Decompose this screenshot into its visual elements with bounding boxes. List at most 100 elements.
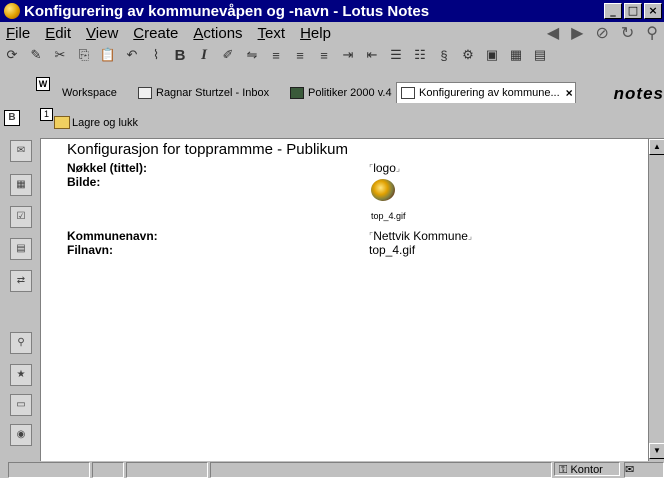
close-button[interactable]: ×	[644, 3, 662, 19]
mail-status-icon: ✉	[625, 464, 635, 476]
indent-icon[interactable]: ⇥	[338, 46, 358, 64]
menu-create[interactable]: Create	[127, 25, 187, 42]
vertical-scrollbar[interactable]: ▲ ▼	[648, 139, 664, 461]
cut-icon[interactable]: ✂	[50, 46, 70, 64]
paste-icon[interactable]: 📋	[98, 46, 118, 64]
window-tabs-bar: W Workspace Ragnar Sturtzel - Inbox Poli…	[0, 66, 664, 106]
field-municipality[interactable]: ⌜ Nettvik Kommune ⌟	[369, 229, 472, 243]
numbering-icon[interactable]: ☷	[410, 46, 430, 64]
attach-icon[interactable]: ⌇	[146, 46, 166, 64]
align-left-icon[interactable]: ≡	[266, 46, 286, 64]
window-title: Konfigurering av kommunevåpen og -navn -…	[24, 2, 430, 20]
table-icon[interactable]: ▤	[530, 46, 550, 64]
link-icon[interactable]: ⇋	[242, 46, 262, 64]
forward-arrow-icon[interactable]: ▶	[571, 23, 583, 43]
folder-icon	[54, 116, 70, 129]
replicator-bookmark-icon[interactable]: ⇄	[10, 270, 32, 292]
workspace-badge: W	[36, 77, 50, 91]
status-field-1[interactable]	[8, 462, 90, 478]
status-field-2[interactable]	[92, 462, 124, 478]
tab-label: Ragnar Sturtzel - Inbox	[156, 87, 270, 99]
field-label-key: Nøkkel (tittel):	[67, 161, 148, 175]
databases-bookmark-icon[interactable]: ⚲	[10, 332, 32, 354]
document-heading: Konfigurasjon for topprammme - Publikum	[67, 141, 348, 158]
field-filename: top_4.gif	[369, 243, 416, 257]
calendar-bookmark-icon[interactable]: ▦	[10, 174, 32, 196]
smarticon-toolbar: ⟳ ✎ ✂ ⎘ 📋 ↶ ⌇ B I ✐ ⇋ ≡ ≡ ≡ ⇥ ⇤ ☰ ☷ § ⚙ …	[0, 44, 664, 66]
menu-file[interactable]: File	[0, 25, 39, 42]
location-selector[interactable]: ⚿ Kontor	[554, 462, 620, 476]
document-icon	[401, 87, 415, 99]
web-bookmark-icon[interactable]: ◉	[10, 424, 32, 446]
field-label-filename: Filnavn:	[67, 243, 114, 257]
tab-close-icon[interactable]: ×	[566, 86, 573, 100]
field-key-value: logo	[373, 161, 396, 175]
folder-bookmark-icon[interactable]: ▭	[10, 394, 32, 416]
field-municipality-value: Nettvik Kommune	[373, 229, 468, 243]
mail-status[interactable]: ✉	[624, 462, 664, 478]
database-icon	[290, 87, 304, 99]
todo-bookmark-icon[interactable]: ☑	[10, 206, 32, 228]
key-icon: ⚿	[559, 464, 568, 476]
back-arrow-icon[interactable]: ◀	[547, 23, 559, 43]
scroll-up-arrow-icon[interactable]: ▲	[649, 139, 664, 155]
field-label-municipality: Kommunenavn:	[67, 229, 158, 243]
tab-inbox[interactable]: Ragnar Sturtzel - Inbox	[138, 84, 269, 102]
italic-icon[interactable]: I	[194, 46, 214, 64]
inbox-icon	[138, 87, 152, 99]
undo-icon[interactable]: ↶	[122, 46, 142, 64]
minimize-button[interactable]: _	[604, 3, 622, 19]
highlight-icon[interactable]: ✐	[218, 46, 238, 64]
bookmark-badge: B	[4, 110, 20, 126]
favorites-bookmark-icon[interactable]: ★	[10, 364, 32, 386]
bullets-icon[interactable]: ☰	[386, 46, 406, 64]
address-book-bookmark-icon[interactable]: ▤	[10, 238, 32, 260]
menu-text[interactable]: Text	[252, 25, 295, 42]
document-area: Konfigurasjon for topprammme - Publikum …	[40, 139, 649, 461]
notes-logo: notes	[613, 84, 664, 103]
outdent-icon[interactable]: ⇤	[362, 46, 382, 64]
image-icon[interactable]: ▦	[506, 46, 526, 64]
edit-document-icon[interactable]: ✎	[26, 46, 46, 64]
bold-icon[interactable]: B	[170, 46, 190, 64]
save-and-close-label: Lagre og lukk	[72, 116, 139, 129]
window-controls: _ □ ×	[604, 3, 662, 19]
navigation-icons: ◀ ▶ ⊘ ↻ ⚲	[547, 22, 664, 44]
status-message	[210, 462, 552, 478]
title-bar: Konfigurering av kommunevåpen og -navn -…	[0, 0, 664, 22]
tab-konfigurering[interactable]: Konfigurering av kommune... ×	[396, 82, 576, 103]
search-icon[interactable]: ⚲	[646, 23, 658, 43]
align-center-icon[interactable]: ≡	[290, 46, 310, 64]
section-icon[interactable]: §	[434, 46, 454, 64]
action-bar: 1 Lagre og lukk	[40, 106, 664, 139]
tab-workspace[interactable]: Workspace	[62, 84, 117, 102]
tab-politiker[interactable]: Politiker 2000 v.4	[290, 84, 392, 102]
status-bar: ⚿ Kontor ✉	[0, 461, 664, 478]
field-key[interactable]: ⌜ logo ⌟	[369, 161, 400, 175]
menu-help[interactable]: Help	[294, 25, 340, 42]
copy-icon[interactable]: ⎘	[74, 46, 94, 64]
menu-actions[interactable]: Actions	[187, 25, 251, 42]
status-field-3[interactable]	[126, 462, 208, 478]
properties-icon[interactable]: ⚙	[458, 46, 478, 64]
menu-bar: File Edit View Create Actions Text Help …	[0, 22, 664, 44]
menu-view[interactable]: View	[80, 25, 127, 42]
maximize-button[interactable]: □	[624, 3, 642, 19]
spellcheck-icon[interactable]: ▣	[482, 46, 502, 64]
tab-label: Konfigurering av kommune...	[419, 87, 560, 99]
image-attachment-caption: top_4.gif	[371, 211, 406, 221]
bookmark-bar: B ✉ ▦ ☑ ▤ ⇄ ⚲ ★ ▭ ◉	[0, 106, 40, 464]
scroll-down-arrow-icon[interactable]: ▼	[649, 443, 664, 459]
field-label-image: Bilde:	[67, 175, 101, 189]
stop-icon[interactable]: ⊘	[595, 23, 608, 43]
refresh-toolbar-icon[interactable]: ⟳	[2, 46, 22, 64]
align-right-icon[interactable]: ≡	[314, 46, 334, 64]
refresh-icon[interactable]: ↻	[621, 23, 634, 43]
tab-label: Workspace	[62, 87, 117, 99]
image-attachment-icon[interactable]	[371, 179, 395, 201]
menu-edit[interactable]: Edit	[39, 25, 80, 42]
save-and-close-button[interactable]: Lagre og lukk	[54, 116, 138, 129]
lotus-notes-icon[interactable]	[4, 3, 20, 19]
tab-label: Politiker 2000 v.4	[308, 87, 392, 99]
mail-bookmark-icon[interactable]: ✉	[10, 140, 32, 162]
